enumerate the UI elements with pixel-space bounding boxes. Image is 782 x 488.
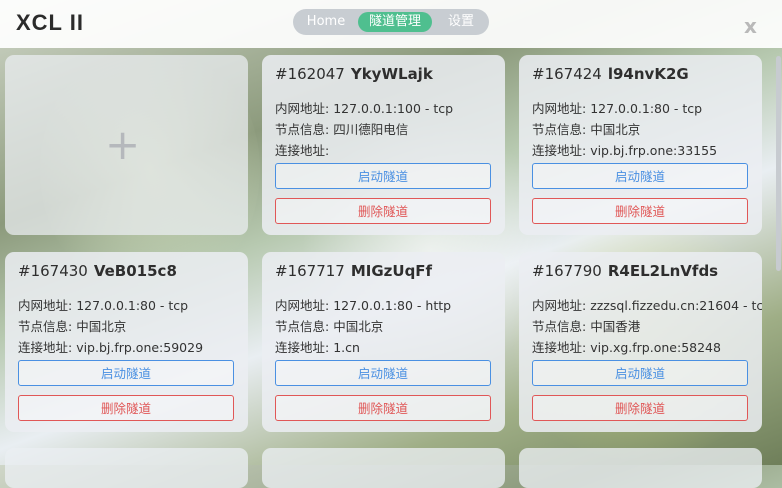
delete-tunnel-button[interactable]: 删除隧道 <box>532 198 748 224</box>
connect-address-value: vip.bj.frp.one:59029 <box>76 340 204 355</box>
local-address: 内网地址: 127.0.0.1:80 - tcp <box>532 98 702 117</box>
connect-address-label: 连接地址: <box>275 143 330 158</box>
tunnel-card-partial <box>519 448 762 488</box>
tunnel-card: #162047 YkyWLajk 内网地址: 127.0.0.1:100 - tc… <box>262 55 505 235</box>
node-info: 节点信息: 四川德阳电信 <box>275 119 408 138</box>
tunnel-name: VeB015c8 <box>93 262 177 280</box>
local-address-value: 127.0.0.1:80 - http <box>333 298 452 313</box>
local-address: 内网地址: 127.0.0.1:100 - tcp <box>275 98 453 117</box>
connect-address: 连接地址: vip.xg.frp.one:58248 <box>532 337 721 356</box>
start-tunnel-button[interactable]: 启动隧道 <box>532 360 748 386</box>
start-tunnel-button[interactable]: 启动隧道 <box>275 163 491 189</box>
start-tunnel-button[interactable]: 启动隧道 <box>532 163 748 189</box>
connect-address: 连接地址: 1.cn <box>275 337 360 356</box>
add-tunnel-card[interactable]: + <box>5 55 248 235</box>
tunnel-name: R4EL2LnVfds <box>607 262 719 280</box>
close-icon[interactable]: x <box>744 14 757 38</box>
start-tunnel-button[interactable]: 启动隧道 <box>275 360 491 386</box>
tab-settings[interactable]: 设置 <box>439 12 483 32</box>
connect-address-label: 连接地址: <box>18 340 77 355</box>
node-info-label: 节点信息: <box>275 122 334 137</box>
node-info-value: 中国北京 <box>76 319 127 334</box>
local-address-value: 127.0.0.1:80 - tcp <box>76 298 189 313</box>
plus-icon: + <box>105 120 141 169</box>
tunnel-id: #167424 <box>532 65 602 83</box>
connect-address-label: 连接地址: <box>532 143 591 158</box>
tunnel-card: #167717 MIGzUqFf 内网地址: 127.0.0.1:80 - htt… <box>262 252 505 432</box>
local-address-label: 内网地址: <box>532 101 591 116</box>
tunnel-card: #167430 VeB015c8 内网地址: 127.0.0.1:80 - tcp… <box>5 252 248 432</box>
local-address-value: 127.0.0.1:100 - tcp <box>333 101 454 116</box>
scrollbar-thumb[interactable] <box>776 56 781 271</box>
node-info-label: 节点信息: <box>18 319 77 334</box>
title-bar: XCL II Home 隧道管理 设置 x <box>0 0 782 48</box>
start-tunnel-button[interactable]: 启动隧道 <box>18 360 234 386</box>
node-info-label: 节点信息: <box>275 319 334 334</box>
node-info-value: 中国香港 <box>590 319 641 334</box>
tunnel-card: #167790 R4EL2LnVfds 内网地址: zzzsql.fizzedu.… <box>519 252 762 432</box>
connect-address-value: vip.xg.frp.one:58248 <box>590 340 721 355</box>
tunnel-id: #167717 <box>275 262 345 280</box>
local-address-value: zzzsql.fizzedu.cn:21604 - tcp <box>590 298 762 313</box>
tunnel-id: #167430 <box>18 262 88 280</box>
connect-address-label: 连接地址: <box>275 340 334 355</box>
node-info-value: 四川德阳电信 <box>333 122 409 137</box>
delete-tunnel-button[interactable]: 删除隧道 <box>275 198 491 224</box>
connect-address-value: vip.bj.frp.one:33155 <box>590 143 718 158</box>
node-info-value: 中国北京 <box>590 122 641 137</box>
tunnel-title: #167717 MIGzUqFf <box>275 262 432 280</box>
tab-switcher: Home 隧道管理 设置 <box>293 9 489 35</box>
local-address-label: 内网地址: <box>275 298 334 313</box>
tunnel-title: #162047 YkyWLajk <box>275 65 433 83</box>
node-info: 节点信息: 中国北京 <box>18 316 126 335</box>
connect-address: 连接地址: vip.bj.frp.one:33155 <box>532 140 717 159</box>
app-title: XCL II <box>16 10 84 35</box>
delete-tunnel-button[interactable]: 删除隧道 <box>275 395 491 421</box>
local-address-value: 127.0.0.1:80 - tcp <box>590 101 703 116</box>
node-info: 节点信息: 中国北京 <box>275 316 383 335</box>
tunnel-name: l94nvK2G <box>607 65 689 83</box>
local-address: 内网地址: 127.0.0.1:80 - http <box>275 295 451 314</box>
tab-home[interactable]: Home <box>301 12 351 32</box>
node-info-label: 节点信息: <box>532 122 591 137</box>
connect-address-label: 连接地址: <box>532 340 591 355</box>
tab-tunnel-management[interactable]: 隧道管理 <box>358 12 432 32</box>
delete-tunnel-button[interactable]: 删除隧道 <box>532 395 748 421</box>
tunnel-card: #167424 l94nvK2G 内网地址: 127.0.0.1:80 - tcp… <box>519 55 762 235</box>
tunnel-id: #167790 <box>532 262 602 280</box>
tunnel-id: #162047 <box>275 65 345 83</box>
node-info: 节点信息: 中国北京 <box>532 119 640 138</box>
tunnel-title: #167790 R4EL2LnVfds <box>532 262 718 280</box>
tunnel-title: #167430 VeB015c8 <box>18 262 177 280</box>
tunnel-name: YkyWLajk <box>350 65 433 83</box>
node-info: 节点信息: 中国香港 <box>532 316 640 335</box>
local-address-label: 内网地址: <box>532 298 591 313</box>
local-address: 内网地址: 127.0.0.1:80 - tcp <box>18 295 188 314</box>
node-info-label: 节点信息: <box>532 319 591 334</box>
connect-address: 连接地址: <box>275 140 329 159</box>
tunnel-card-partial <box>262 448 505 488</box>
local-address: 内网地址: zzzsql.fizzedu.cn:21604 - tcp <box>532 295 762 314</box>
connect-address: 连接地址: vip.bj.frp.one:59029 <box>18 337 203 356</box>
tunnel-card-partial <box>5 448 248 488</box>
local-address-label: 内网地址: <box>275 101 334 116</box>
local-address-label: 内网地址: <box>18 298 77 313</box>
tunnel-title: #167424 l94nvK2G <box>532 65 689 83</box>
node-info-value: 中国北京 <box>333 319 384 334</box>
delete-tunnel-button[interactable]: 删除隧道 <box>18 395 234 421</box>
tunnel-name: MIGzUqFf <box>350 262 433 280</box>
connect-address-value: 1.cn <box>333 340 360 355</box>
